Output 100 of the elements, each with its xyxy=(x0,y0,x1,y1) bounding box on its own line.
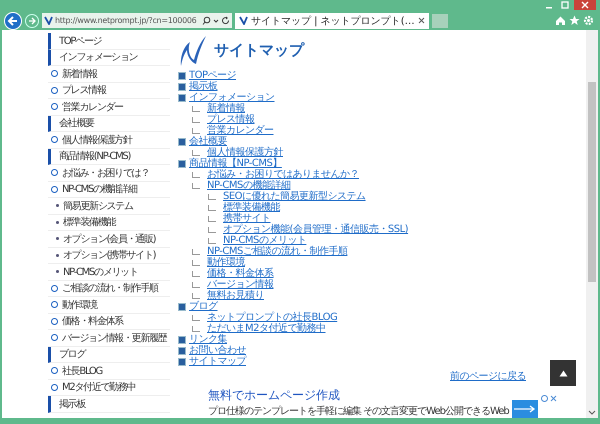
sidebar-item[interactable]: オプション(会員・通販) xyxy=(48,231,170,248)
circle-bullet-icon xyxy=(51,334,58,342)
back-to-top-button[interactable] xyxy=(550,360,576,386)
dot-bullet-icon xyxy=(56,220,59,224)
square-bullet-icon xyxy=(178,82,186,90)
sitemap-link[interactable]: バージョン情報 xyxy=(207,279,274,290)
ad-text: プロ仕様のテンプレートを手軽に編集 その文言変更でWeb公開できるWeb xyxy=(208,404,509,418)
ad-banner[interactable]: 無料でホームページ作成 プロ仕様のテンプレートを手軽に編集 その文言変更でWeb公開できるWeb xyxy=(208,387,557,418)
search-icon[interactable] xyxy=(202,16,211,25)
scroll-down-icon[interactable] xyxy=(588,410,596,416)
sitemap-link[interactable]: リンク集 xyxy=(189,334,227,345)
square-bullet-icon xyxy=(178,72,186,80)
dot-bullet-icon xyxy=(56,254,59,257)
sitemap-link[interactable]: 会社概要 xyxy=(189,136,227,147)
scrollbar[interactable] xyxy=(586,30,598,418)
sidebar-item[interactable]: 動作環境 xyxy=(48,297,170,314)
sidebar-item[interactable]: 掲示板 xyxy=(48,396,170,412)
sitemap-link[interactable]: SEOに優れた簡易更新型システム xyxy=(223,191,366,202)
sidebar-item[interactable]: 標準装備機能 xyxy=(48,214,170,231)
sitemap-link[interactable]: 標準装備機能 xyxy=(223,202,280,213)
square-bullet-icon xyxy=(178,336,186,344)
sitemap-link[interactable]: NP-CMSの機能詳細 xyxy=(207,180,290,191)
sidebar-item[interactable]: 営業カレンダー xyxy=(48,99,170,116)
forward-button[interactable] xyxy=(25,14,39,28)
sidebar-item[interactable]: NP-CMSのメリット xyxy=(48,264,170,280)
home-icon[interactable] xyxy=(555,15,566,26)
sidebar-item[interactable]: 商品情報(NP-CMS) xyxy=(48,148,170,165)
sitemap-link[interactable]: NP-CMSご相談の流れ・制作手順 xyxy=(207,246,348,257)
ad-arrow-button[interactable] xyxy=(512,400,538,418)
circle-bullet-icon xyxy=(51,136,58,144)
square-bullet-icon xyxy=(178,302,186,310)
sidebar-item[interactable]: ご相談の流れ・制作手順 xyxy=(48,280,170,297)
sitemap-link[interactable]: 価格・料金体系 xyxy=(207,268,274,279)
sitemap-link[interactable]: 掲示板 xyxy=(189,81,218,92)
sitemap-link[interactable]: オプション機能(会員管理・通信販売・SSL) xyxy=(223,224,408,235)
sitemap-link[interactable]: ただいまM2タ付近で勤務中 xyxy=(207,323,326,334)
square-bullet-icon xyxy=(178,160,186,168)
sidebar-item[interactable]: バージョン情報・更新履歴 xyxy=(48,330,170,346)
circle-bullet-icon xyxy=(51,186,58,193)
sidebar-item[interactable]: オプション(携帯サイト) xyxy=(48,248,170,264)
star-icon[interactable] xyxy=(569,15,580,26)
sidebar-item[interactable]: M2タ付近で勤務中 xyxy=(48,380,170,396)
square-bullet-icon xyxy=(178,346,186,354)
back-button[interactable] xyxy=(4,12,22,30)
arrow-icon xyxy=(514,405,536,413)
sidebar-item[interactable]: NP-CMSの機能詳細 xyxy=(48,182,170,198)
sidebar-item[interactable]: プレス情報 xyxy=(48,82,170,99)
circle-bullet-icon xyxy=(51,318,58,325)
circle-bullet-icon xyxy=(51,169,58,176)
up-triangle-icon xyxy=(558,370,568,376)
sitemap-link[interactable]: プレス情報 xyxy=(207,114,254,125)
sidebar-item[interactable]: お悩み・お困りでは？ xyxy=(48,165,170,182)
dot-bullet-icon xyxy=(56,204,59,208)
sidebar-item[interactable]: 個人情報保護方針 xyxy=(48,132,170,148)
sidebar-item[interactable]: ブログ xyxy=(48,346,170,363)
sidebar-item[interactable]: 社長BLOG xyxy=(48,363,170,380)
settings-icon[interactable] xyxy=(583,15,594,26)
sitemap-link[interactable]: 携帯サイト xyxy=(223,213,270,224)
logo-icon xyxy=(178,34,208,68)
close-tab-icon[interactable] xyxy=(418,17,425,24)
sidebar-item[interactable]: 価格・料金体系 xyxy=(48,314,170,330)
sitemap-link[interactable]: ブログ xyxy=(189,301,218,312)
sidebar-item[interactable]: インフォメーション xyxy=(48,50,170,66)
sitemap-link[interactable]: 動作環境 xyxy=(207,257,245,268)
circle-bullet-icon xyxy=(51,103,58,110)
sitemap-link[interactable]: NP-CMSのメリット xyxy=(223,235,306,246)
ad-title: 無料でホームページ作成 xyxy=(208,387,340,404)
close-button[interactable] xyxy=(574,0,596,10)
forward-arrow-icon xyxy=(28,16,36,24)
circle-bullet-icon xyxy=(51,70,58,78)
sidebar-item[interactable]: 新着情報 xyxy=(48,66,170,82)
sitemap-link[interactable]: お悩み・お困りではありませんか？ xyxy=(207,169,359,180)
sitemap-link[interactable]: 新着情報 xyxy=(207,103,245,114)
sitemap-link[interactable]: 無料お見積り xyxy=(207,290,264,301)
sitemap-link[interactable]: サイトマップ xyxy=(189,356,246,367)
dot-bullet-icon xyxy=(56,270,59,274)
close-icon xyxy=(581,1,589,9)
refresh-icon[interactable] xyxy=(221,16,230,25)
sitemap-link[interactable]: 営業カレンダー xyxy=(207,125,274,136)
site-logo-icon xyxy=(239,16,248,25)
square-bullet-icon xyxy=(178,138,186,146)
sitemap-link[interactable]: 個人情報保護方針 xyxy=(207,147,283,158)
page-title: サイトマップ xyxy=(214,41,304,61)
circle-bullet-icon xyxy=(51,284,58,292)
sitemap-link[interactable]: ネットプロンプトの社長BLOG xyxy=(207,312,338,323)
sidebar-item[interactable]: 会社概要 xyxy=(48,116,170,132)
square-bullet-icon xyxy=(178,94,186,102)
sidebar-item[interactable]: 簡易更新システム xyxy=(48,198,170,214)
circle-bullet-icon xyxy=(51,86,58,94)
sitemap-link[interactable]: 商品情報【NP-CMS】 xyxy=(189,158,282,169)
sidebar-item[interactable]: TOPページ xyxy=(48,33,170,50)
square-bullet-icon xyxy=(178,358,186,366)
circle-bullet-icon xyxy=(51,301,58,308)
circle-bullet-icon xyxy=(51,367,58,374)
browser-tab[interactable]: サイトマップ | ネットプロンプト(… xyxy=(235,12,429,28)
ad-info-icon[interactable] xyxy=(540,395,557,402)
back-link[interactable]: 前のページに戻る xyxy=(450,371,526,382)
address-bar[interactable]: http://www.netprompt.jp/?cn=100006 xyxy=(42,13,232,28)
sitemap-link[interactable]: TOPページ xyxy=(189,70,236,81)
sitemap-link[interactable]: お問い合わせ xyxy=(189,345,246,356)
